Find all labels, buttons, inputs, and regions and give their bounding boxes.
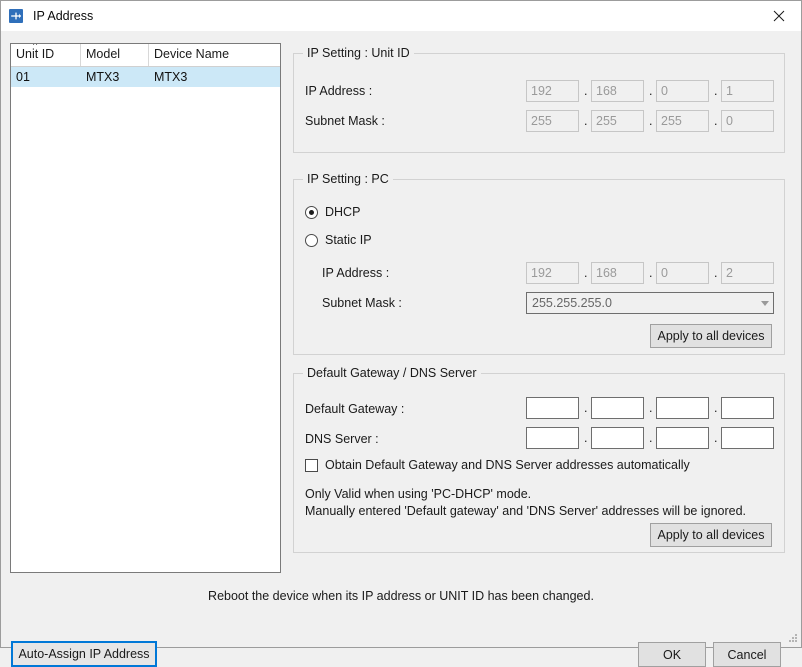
octet-separator: . <box>584 427 587 449</box>
unit-mask-octet-1: 255 <box>526 110 579 132</box>
dns-octet-2[interactable] <box>591 427 644 449</box>
sort-ascending-icon: ^ <box>33 44 37 50</box>
ip-address-dialog: IP Address ^ Unit ID Model Device Name <box>0 0 802 648</box>
gateway-octet-1[interactable] <box>526 397 579 419</box>
column-header-label: Device Name <box>154 47 229 61</box>
resize-grip[interactable] <box>788 634 798 644</box>
octet-separator: . <box>714 110 717 132</box>
octet-separator: . <box>649 397 652 419</box>
unit-mask-octet-2: 255 <box>591 110 644 132</box>
checkbox-obtain-automatically-label: Obtain Default Gateway and DNS Server ad… <box>325 458 690 472</box>
radio-static-ip-label: Static IP <box>325 233 372 247</box>
close-icon[interactable] <box>756 1 801 30</box>
note-line-2: Manually entered 'Default gateway' and '… <box>305 503 746 519</box>
unit-mask-octet-3: 255 <box>656 110 709 132</box>
titlebar: IP Address <box>1 1 801 31</box>
column-header-label: Model <box>86 47 120 61</box>
label-default-gateway: Default Gateway : <box>305 402 404 416</box>
octet-separator: . <box>649 262 652 284</box>
group-ip-setting-unit-id: IP Setting : Unit ID IP Address : 192 . … <box>293 53 785 153</box>
gateway-octet-4[interactable] <box>721 397 774 419</box>
radio-static-ip-indicator <box>305 234 318 247</box>
cell-unit-id: 01 <box>11 70 81 84</box>
group-legend: Default Gateway / DNS Server <box>303 366 481 380</box>
octet-separator: . <box>714 80 717 102</box>
apply-to-all-devices-gateway-button[interactable]: Apply to all devices <box>650 523 772 547</box>
dialog-body: ^ Unit ID Model Device Name 01 MTX3 MTX3… <box>1 31 801 647</box>
unit-ip-octet-4: 1 <box>721 80 774 102</box>
octet-separator: . <box>584 80 587 102</box>
label-unit-subnet-mask: Subnet Mask : <box>305 114 385 128</box>
pc-ip-octet-3: 0 <box>656 262 709 284</box>
octet-separator: . <box>714 427 717 449</box>
dns-octet-1[interactable] <box>526 427 579 449</box>
apply-to-all-devices-pc-button[interactable]: Apply to all devices <box>650 324 772 348</box>
pc-subnet-mask-select[interactable]: 255.255.255.0 <box>526 292 774 314</box>
cell-device-name: MTX3 <box>149 70 280 84</box>
pc-ip-octet-1: 192 <box>526 262 579 284</box>
cancel-button[interactable]: Cancel <box>713 642 781 667</box>
radio-static-ip[interactable]: Static IP <box>305 233 372 247</box>
table-row[interactable]: 01 MTX3 MTX3 <box>11 67 280 87</box>
dns-octet-3[interactable] <box>656 427 709 449</box>
column-header-unit-id[interactable]: ^ Unit ID <box>11 44 81 66</box>
ok-button[interactable]: OK <box>638 642 706 667</box>
ip-address-icon <box>8 8 24 24</box>
device-list[interactable]: ^ Unit ID Model Device Name 01 MTX3 MTX3 <box>10 43 281 573</box>
group-legend: IP Setting : PC <box>303 172 393 186</box>
auto-assign-ip-address-button[interactable]: Auto-Assign IP Address <box>11 641 157 667</box>
pc-subnet-mask-value: 255.255.255.0 <box>527 296 756 310</box>
radio-dhcp-label: DHCP <box>325 205 360 219</box>
unit-ip-octet-1: 192 <box>526 80 579 102</box>
group-legend: IP Setting : Unit ID <box>303 46 414 60</box>
column-header-device-name[interactable]: Device Name <box>149 44 280 66</box>
gateway-octet-3[interactable] <box>656 397 709 419</box>
octet-separator: . <box>649 80 652 102</box>
cell-model: MTX3 <box>81 70 149 84</box>
checkbox-obtain-automatically[interactable]: Obtain Default Gateway and DNS Server ad… <box>305 458 690 472</box>
checkbox-obtain-automatically-indicator <box>305 459 318 472</box>
radio-dhcp-indicator <box>305 206 318 219</box>
unit-ip-octet-2: 168 <box>591 80 644 102</box>
octet-separator: . <box>649 110 652 132</box>
octet-separator: . <box>584 397 587 419</box>
pc-ip-octet-4: 2 <box>721 262 774 284</box>
note-line-1: Only Valid when using 'PC-DHCP' mode. <box>305 486 531 502</box>
label-unit-ip-address: IP Address : <box>305 84 372 98</box>
octet-separator: . <box>584 262 587 284</box>
pc-ip-octet-2: 168 <box>591 262 644 284</box>
unit-mask-octet-4: 0 <box>721 110 774 132</box>
reboot-note: Reboot the device when its IP address or… <box>1 589 801 603</box>
gateway-octet-2[interactable] <box>591 397 644 419</box>
octet-separator: . <box>649 427 652 449</box>
label-pc-ip-address: IP Address : <box>322 266 389 280</box>
device-list-header: ^ Unit ID Model Device Name <box>11 44 280 67</box>
octet-separator: . <box>584 110 587 132</box>
octet-separator: . <box>714 397 717 419</box>
radio-dhcp[interactable]: DHCP <box>305 205 360 219</box>
chevron-down-icon <box>756 293 773 313</box>
window-title: IP Address <box>33 9 93 23</box>
label-pc-subnet-mask: Subnet Mask : <box>322 296 402 310</box>
unit-ip-octet-3: 0 <box>656 80 709 102</box>
dns-octet-4[interactable] <box>721 427 774 449</box>
octet-separator: . <box>714 262 717 284</box>
column-header-model[interactable]: Model <box>81 44 149 66</box>
label-dns-server: DNS Server : <box>305 432 379 446</box>
